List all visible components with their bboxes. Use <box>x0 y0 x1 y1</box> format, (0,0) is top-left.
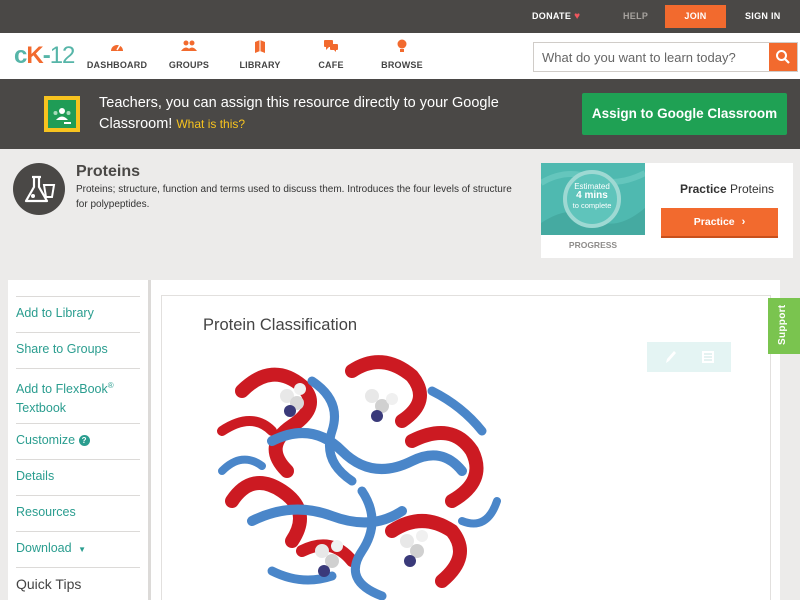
heart-icon: ♥ <box>574 11 581 22</box>
resource-title: Protein Classification <box>203 316 358 334</box>
download-link[interactable]: Download ▼ <box>16 539 140 559</box>
divider <box>16 459 140 460</box>
resource-card: Protein Classification <box>161 295 771 600</box>
nav-browse[interactable]: BROWSE <box>367 39 437 70</box>
concept-header: Proteins Proteins; structure, function a… <box>0 149 800 264</box>
registered-mark: ® <box>107 381 114 390</box>
support-label: Support <box>777 304 788 345</box>
resources-link[interactable]: Resources <box>16 503 140 522</box>
practice-title-bold: Practice <box>679 182 727 196</box>
notes-icon[interactable] <box>700 349 716 365</box>
nav-library-label: LIBRARY <box>239 60 281 70</box>
annotation-tools <box>647 342 731 372</box>
add-to-flexbook-label-2: Textbook <box>16 401 67 415</box>
to-complete-label: to complete <box>572 201 612 210</box>
groups-icon <box>154 39 224 55</box>
top-utility-bar: DONATE ♥ HELP JOIN SIGN IN <box>0 0 800 33</box>
practice-card: Estimated 4 mins to complete PROGRESS Pr… <box>541 163 793 258</box>
nav-groups-label: GROUPS <box>168 60 210 70</box>
search-box <box>533 42 798 72</box>
share-to-groups-link[interactable]: Share to Groups <box>16 340 140 359</box>
content-area: Add to Library Share to Groups Add to Fl… <box>8 280 780 600</box>
customize-label: Customize <box>16 433 76 447</box>
google-classroom-banner: Teachers, you can assign this resource d… <box>0 79 800 149</box>
classroom-message-text: Teachers, you can assign this resource d… <box>99 95 499 132</box>
estimated-duration: 4 mins <box>576 190 608 201</box>
practice-title: Practice Proteins <box>661 182 793 196</box>
nav-cafe-label: CAFE <box>318 60 344 70</box>
search-icon <box>776 50 790 64</box>
search-button[interactable] <box>769 43 797 71</box>
help-link[interactable]: HELP <box>623 0 648 33</box>
divider <box>16 531 140 532</box>
caret-down-icon: ▼ <box>78 545 86 554</box>
practice-button-label: Practice <box>693 216 735 228</box>
ck12-logo[interactable]: cK-12 <box>14 42 75 70</box>
nav-groups[interactable]: GROUPS <box>154 39 224 70</box>
donate-label: DONATE <box>532 11 572 21</box>
sign-in-link[interactable]: SIGN IN <box>745 0 781 33</box>
join-button[interactable]: JOIN <box>665 5 726 28</box>
progress-label: PROGRESS <box>568 240 618 250</box>
dashboard-icon <box>82 39 152 55</box>
customize-link[interactable]: Customize ? <box>16 431 140 450</box>
cafe-icon <box>296 39 366 55</box>
main-nav: cK-12 DASHBOARD GROUPS LIBRARY CAFE BROW… <box>0 33 800 79</box>
search-input[interactable] <box>534 43 770 71</box>
classroom-message: Teachers, you can assign this resource d… <box>99 93 539 135</box>
quick-tips-heading: Quick Tips <box>16 576 82 592</box>
google-classroom-icon <box>44 96 80 132</box>
nav-dashboard-label: DASHBOARD <box>86 60 148 70</box>
concept-description: Proteins; structure, function and terms … <box>76 184 512 210</box>
add-to-flexbook-link[interactable]: Add to FlexBook® Textbook <box>16 376 140 418</box>
assign-google-classroom-button[interactable]: Assign to Google Classroom <box>582 93 787 135</box>
concept-title: Proteins <box>76 163 141 180</box>
library-icon <box>225 39 295 55</box>
help-icon[interactable]: ? <box>78 435 90 446</box>
divider <box>16 495 140 496</box>
protein-image <box>217 355 501 600</box>
nav-library[interactable]: LIBRARY <box>225 39 295 70</box>
flask-icon <box>13 163 65 215</box>
progress-graphic: Estimated 4 mins to complete <box>541 163 645 235</box>
chevron-right-icon: › <box>741 216 746 228</box>
browse-icon <box>367 39 437 55</box>
details-link[interactable]: Details <box>16 467 140 486</box>
practice-title-topic: Proteins <box>730 182 775 196</box>
divider <box>16 423 140 424</box>
divider <box>16 368 140 369</box>
add-to-flexbook-label: Add to FlexBook <box>16 382 108 396</box>
nav-browse-label: BROWSE <box>381 60 423 70</box>
download-label: Download <box>16 541 72 555</box>
donate-link[interactable]: DONATE ♥ <box>532 0 580 33</box>
practice-button[interactable]: Practice › <box>661 208 778 238</box>
support-tab[interactable]: Support <box>768 298 800 354</box>
divider <box>16 567 140 568</box>
divider <box>16 296 140 297</box>
nav-cafe[interactable]: CAFE <box>296 39 366 70</box>
progress-circle: Estimated 4 mins to complete <box>563 170 621 228</box>
divider <box>16 332 140 333</box>
add-to-library-link[interactable]: Add to Library <box>16 304 140 323</box>
nav-dashboard[interactable]: DASHBOARD <box>82 39 152 70</box>
what-is-this-link[interactable]: What is this? <box>176 117 245 131</box>
sidebar: Add to Library Share to Groups Add to Fl… <box>8 280 151 600</box>
pencil-icon[interactable] <box>662 349 678 365</box>
